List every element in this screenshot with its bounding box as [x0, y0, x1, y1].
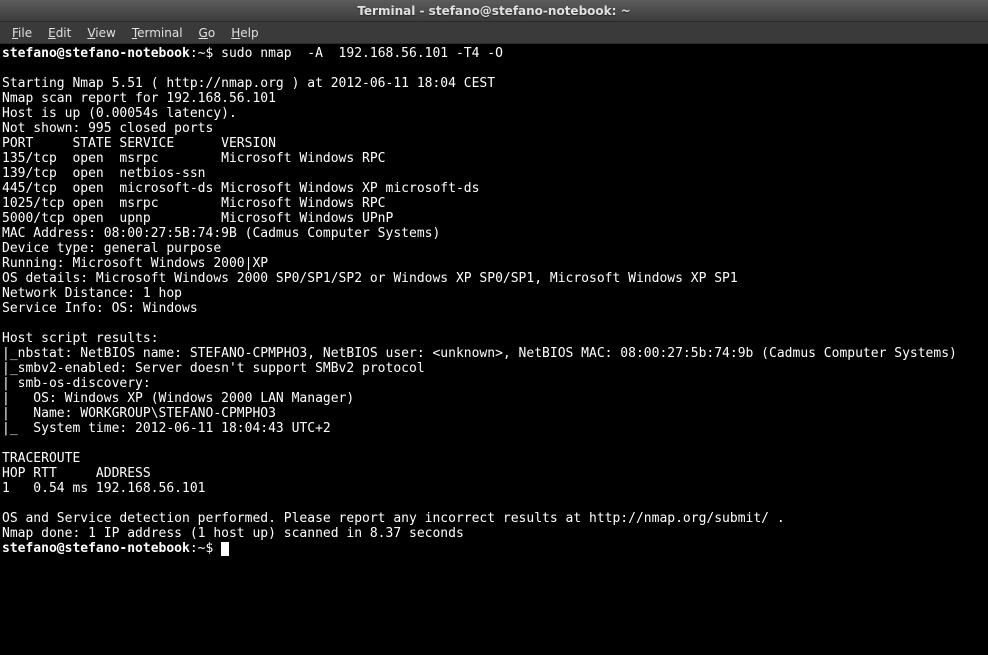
menu-help[interactable]: Help: [223, 24, 266, 42]
output-line: 135/tcp open msrpc Microsoft Windows RPC: [2, 151, 386, 166]
output-line: 139/tcp open netbios-ssn: [2, 166, 206, 181]
output-line: 1 0.54 ms 192.168.56.101: [2, 481, 206, 496]
output-line: | Name: WORKGROUP\STEFANO-CPMPHO3: [2, 406, 276, 421]
menubar: File Edit View Terminal Go Help: [0, 22, 988, 44]
output-line: Network Distance: 1 hop: [2, 286, 182, 301]
cursor: [221, 542, 229, 556]
menu-file[interactable]: File: [4, 24, 40, 42]
output-line: Service Info: OS: Windows: [2, 301, 198, 316]
command-text: sudo nmap -A 192.168.56.101 -T4 -O: [221, 46, 503, 61]
menu-edit[interactable]: Edit: [40, 24, 79, 42]
output-line: | smb-os-discovery:: [2, 376, 151, 391]
output-line: 5000/tcp open upnp Microsoft Windows UPn…: [2, 211, 393, 226]
menu-go[interactable]: Go: [191, 24, 224, 42]
output-line: MAC Address: 08:00:27:5B:74:9B (Cadmus C…: [2, 226, 440, 241]
output-line: | OS: Windows XP (Windows 2000 LAN Manag…: [2, 391, 354, 406]
output-line: Not shown: 995 closed ports: [2, 121, 213, 136]
output-line: Nmap scan report for 192.168.56.101: [2, 91, 276, 106]
output-line: HOP RTT ADDRESS: [2, 466, 151, 481]
output-line: Device type: general purpose: [2, 241, 221, 256]
terminal-output[interactable]: stefano@stefano-notebook:~$ sudo nmap -A…: [0, 44, 988, 655]
output-line: Nmap done: 1 IP address (1 host up) scan…: [2, 526, 464, 541]
output-line: 445/tcp open microsoft-ds Microsoft Wind…: [2, 181, 479, 196]
output-line: 1025/tcp open msrpc Microsoft Windows RP…: [2, 196, 386, 211]
output-line: |_nbstat: NetBIOS name: STEFANO-CPMPHO3,…: [2, 346, 957, 361]
output-line: Host script results:: [2, 331, 159, 346]
output-line: OS details: Microsoft Windows 2000 SP0/S…: [2, 271, 738, 286]
window-title: Terminal - stefano@stefano-notebook: ~: [357, 4, 630, 18]
prompt-path: ~: [198, 541, 206, 556]
output-line: |_ System time: 2012-06-11 18:04:43 UTC+…: [2, 421, 331, 436]
output-line: Running: Microsoft Windows 2000|XP: [2, 256, 268, 271]
output-line: PORT STATE SERVICE VERSION: [2, 136, 276, 151]
output-line: Starting Nmap 5.51 ( http://nmap.org ) a…: [2, 76, 495, 91]
prompt-user-host: stefano@stefano-notebook: [2, 541, 190, 556]
menu-view[interactable]: View: [79, 24, 123, 42]
output-line: OS and Service detection performed. Plea…: [2, 511, 785, 526]
window-titlebar: Terminal - stefano@stefano-notebook: ~: [0, 0, 988, 22]
prompt-user-host: stefano@stefano-notebook: [2, 46, 190, 61]
output-line: |_smbv2-enabled: Server doesn't support …: [2, 361, 425, 376]
output-line: Host is up (0.00054s latency).: [2, 106, 237, 121]
output-line: TRACEROUTE: [2, 451, 80, 466]
menu-terminal[interactable]: Terminal: [124, 24, 191, 42]
prompt-symbol: $: [206, 541, 214, 556]
prompt-symbol: $: [206, 46, 214, 61]
prompt-path: ~: [198, 46, 206, 61]
